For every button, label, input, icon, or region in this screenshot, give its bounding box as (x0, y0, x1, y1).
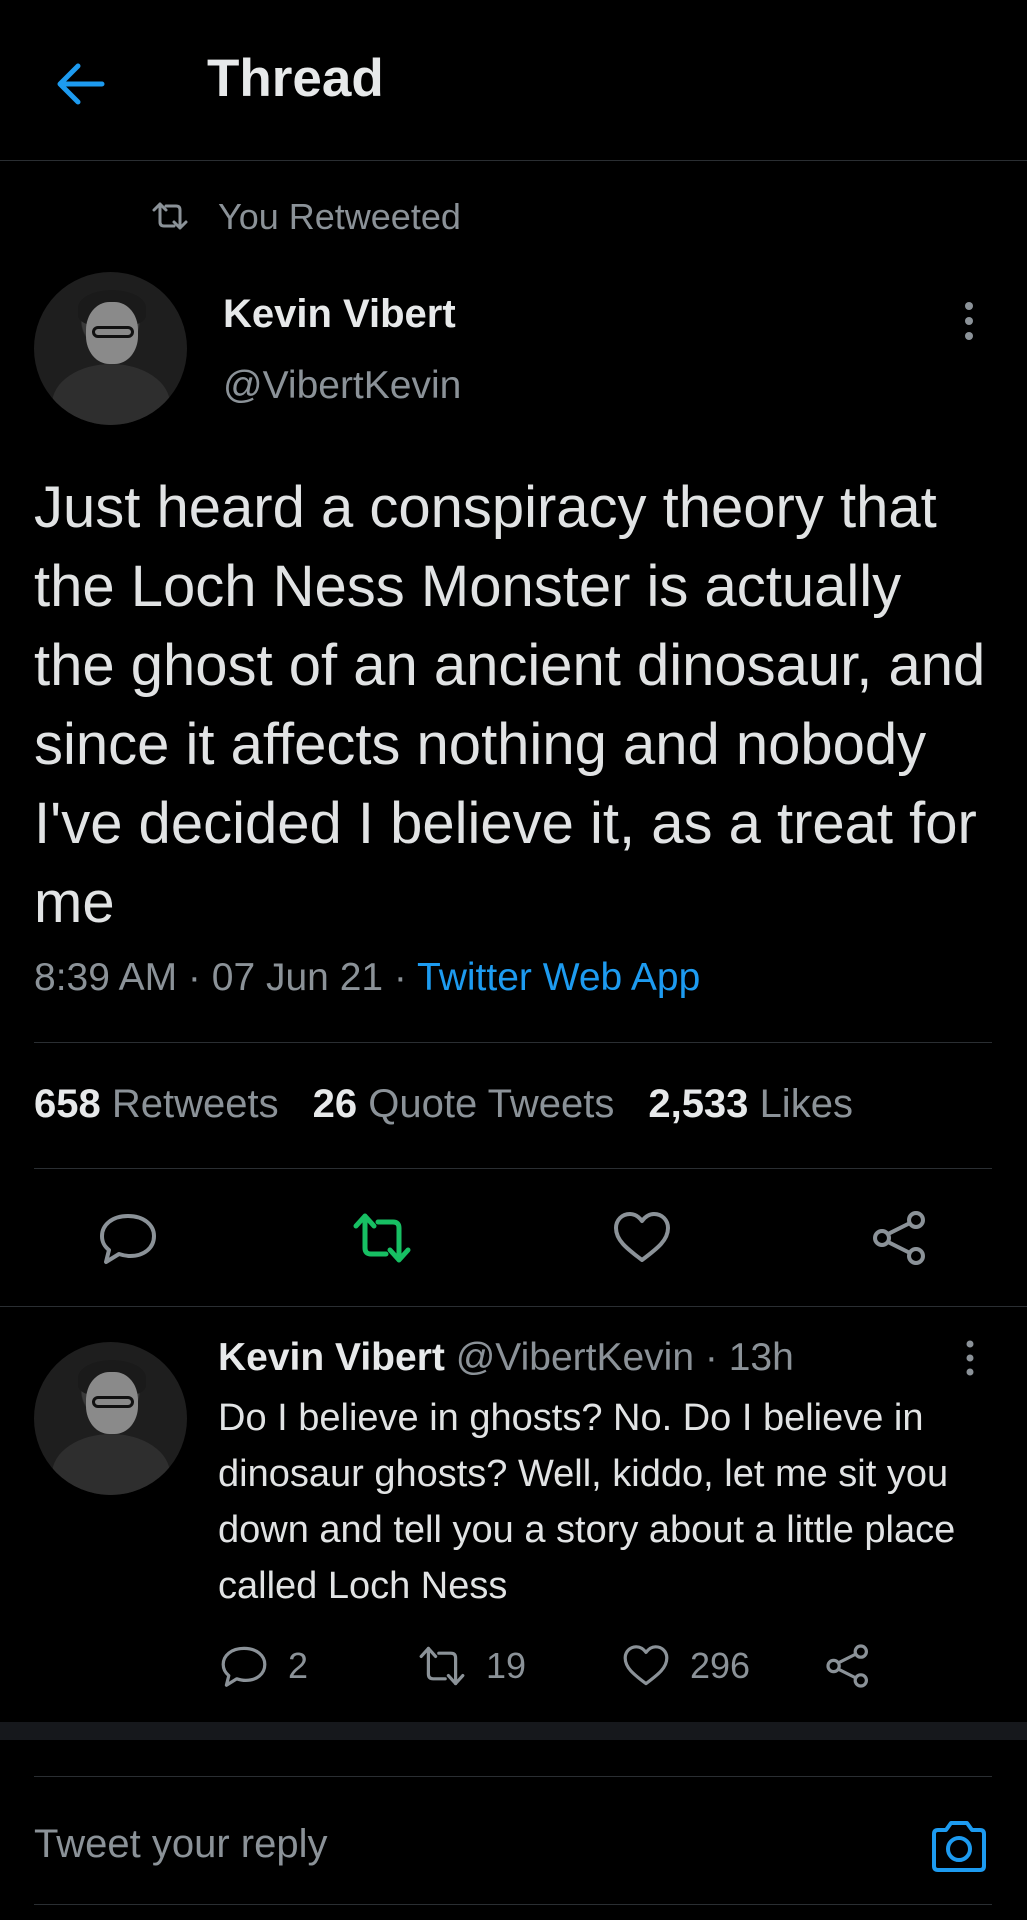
divider (34, 1904, 992, 1905)
share-icon (826, 1644, 868, 1688)
dot-separator: · (704, 1336, 718, 1379)
reply-avatar[interactable] (34, 1342, 187, 1495)
camera-icon[interactable] (928, 1818, 990, 1876)
reply-icon[interactable] (98, 1208, 158, 1268)
retweet-icon (152, 202, 188, 230)
retweet-button-icon[interactable] (352, 1208, 412, 1268)
divider (34, 1168, 992, 1169)
reply-count: 2 (288, 1645, 309, 1686)
meta-separator: · (177, 956, 212, 999)
meta-separator: · (383, 956, 418, 999)
author-handle[interactable]: @VibertKevin (223, 364, 461, 408)
divider (34, 1776, 992, 1777)
like-heart-icon (623, 1645, 669, 1686)
divider (0, 1306, 1027, 1307)
share-icon[interactable] (870, 1208, 930, 1268)
avatar[interactable] (34, 272, 187, 425)
quote-tweets-stat[interactable]: 26 Quote Tweets (313, 1082, 615, 1126)
divider (34, 1042, 992, 1043)
retweet-action[interactable]: 19 (418, 1642, 526, 1690)
header-divider (0, 160, 1027, 161)
retweet-context-label: You Retweeted (218, 196, 461, 237)
reply-text: Do I believe in ghosts? No. Do I believe… (218, 1397, 956, 1607)
reply-icon (221, 1646, 267, 1687)
retweets-stat[interactable]: 658 Retweets (34, 1082, 279, 1126)
retweet-icon (419, 1646, 465, 1686)
back-arrow-icon[interactable] (52, 56, 108, 112)
share-action[interactable] (824, 1642, 872, 1690)
reply-author-handle[interactable]: @VibertKevin (456, 1336, 694, 1379)
author-name[interactable]: Kevin Vibert (223, 292, 456, 337)
tweet-source-link[interactable]: Twitter Web App (417, 956, 700, 999)
tweet-time: 8:39 AM (34, 956, 178, 999)
reply-input[interactable]: Tweet your reply (34, 1822, 327, 1867)
like-action[interactable]: 296 (622, 1642, 750, 1690)
section-separator (0, 1722, 1027, 1740)
more-options-icon[interactable] (955, 1338, 985, 1378)
like-count: 296 (690, 1645, 751, 1686)
tweet-stats: 658 Retweets 26 Quote Tweets 2,533 Likes (34, 1082, 853, 1127)
likes-stat[interactable]: 2,533 Likes (648, 1082, 853, 1126)
page-title: Thread (207, 49, 384, 108)
like-heart-icon[interactable] (612, 1208, 672, 1268)
reply-author-name[interactable]: Kevin Vibert (218, 1336, 445, 1379)
tweet-meta: 8:39 AM · 07 Jun 21 · Twitter Web App (34, 956, 700, 1000)
reply-header: Kevin Vibert @VibertKevin · 13h (218, 1336, 794, 1380)
tweet-date: 07 Jun 21 (211, 956, 384, 999)
tweet-text: Just heard a conspiracy theory that the … (34, 475, 986, 935)
reply-time: 13h (728, 1336, 794, 1379)
more-options-icon[interactable] (954, 296, 984, 346)
retweet-count: 19 (486, 1645, 527, 1686)
reply-action[interactable]: 2 (220, 1642, 308, 1690)
